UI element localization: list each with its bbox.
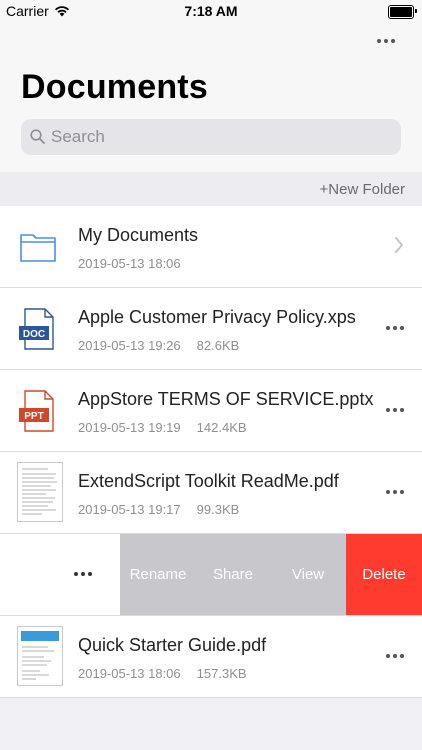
file-date: 2019-05-13 19:19 — [78, 420, 181, 435]
new-folder-button[interactable]: +New Folder — [320, 181, 405, 198]
page-title: Documents — [21, 68, 208, 106]
search-icon — [30, 129, 45, 144]
file-date: 2019-05-13 18:06 — [78, 666, 181, 681]
file-size: 82.6KB — [196, 338, 240, 353]
file-date: 2019-05-13 18:06 — [78, 256, 181, 271]
file-meta: 2019-05-13 19:26 82.6KB — [78, 338, 239, 353]
file-date: 2019-05-13 19:17 — [78, 502, 181, 517]
status-bar: Carrier 7:18 AM — [0, 0, 422, 22]
file-list: My Documents 2019-05-13 18:06 DOC Apple … — [0, 206, 422, 698]
svg-text:PPT: PPT — [24, 411, 43, 422]
search-bar[interactable] — [21, 119, 401, 155]
list-item[interactable]: Quick Starter Guide.pdf 2019-05-13 18:06… — [0, 616, 422, 698]
file-name: Apple Customer Privacy Policy.xps — [78, 307, 356, 327]
rename-button[interactable]: Rename — [120, 534, 196, 615]
file-more-button[interactable] — [386, 408, 404, 412]
file-more-button[interactable] — [74, 572, 92, 576]
file-meta: 2019-05-13 19:17 99.3KB — [78, 502, 239, 517]
file-name: AppStore TERMS OF SERVICE.pptx — [78, 389, 374, 409]
pdf-thumbnail — [17, 462, 63, 522]
status-time: 7:18 AM — [184, 3, 238, 19]
delete-button[interactable]: Delete — [346, 534, 422, 615]
doc-file-icon: DOC — [19, 308, 54, 350]
ppt-file-icon: PPT — [19, 390, 54, 432]
file-name: My Documents — [78, 225, 199, 245]
chevron-right-icon — [395, 237, 403, 253]
navigation-header: Documents — [0, 22, 422, 173]
svg-text:DOC: DOC — [23, 329, 45, 340]
file-more-button[interactable] — [386, 326, 404, 330]
file-date: 2019-05-13 19:26 — [78, 338, 181, 353]
file-more-button[interactable] — [386, 490, 404, 494]
list-item[interactable]: ExtendScript Toolkit ReadMe.pdf 2019-05-… — [0, 452, 422, 534]
file-more-button[interactable] — [386, 654, 404, 658]
list-item[interactable]: DOC Apple Customer Privacy Policy.xps 20… — [0, 288, 422, 370]
file-meta: 2019-05-13 18:06 — [78, 256, 181, 271]
battery-icon — [388, 5, 417, 19]
view-button[interactable]: View — [270, 534, 346, 615]
swiped-list-item[interactable]: Rename Share View Delete — [0, 534, 422, 616]
list-item[interactable]: PPT AppStore TERMS OF SERVICE.pptx 2019-… — [0, 370, 422, 452]
swipe-actions: Rename Share View Delete — [120, 534, 422, 615]
list-item[interactable]: My Documents 2019-05-13 18:06 — [0, 206, 422, 288]
share-button[interactable]: Share — [196, 534, 270, 615]
file-name: ExtendScript Toolkit ReadMe.pdf — [78, 471, 339, 491]
file-meta: 2019-05-13 19:19 142.4KB — [78, 420, 247, 435]
file-name: Quick Starter Guide.pdf — [78, 635, 267, 655]
pdf-thumbnail — [17, 626, 63, 686]
file-meta: 2019-05-13 18:06 157.3KB — [78, 666, 247, 681]
file-size: 142.4KB — [196, 420, 247, 435]
search-input[interactable] — [51, 119, 391, 155]
file-size: 157.3KB — [196, 666, 247, 681]
folder-toolbar: +New Folder — [0, 172, 422, 206]
folder-icon — [20, 234, 56, 262]
file-size: 99.3KB — [196, 502, 240, 517]
more-options-button[interactable] — [372, 30, 400, 52]
